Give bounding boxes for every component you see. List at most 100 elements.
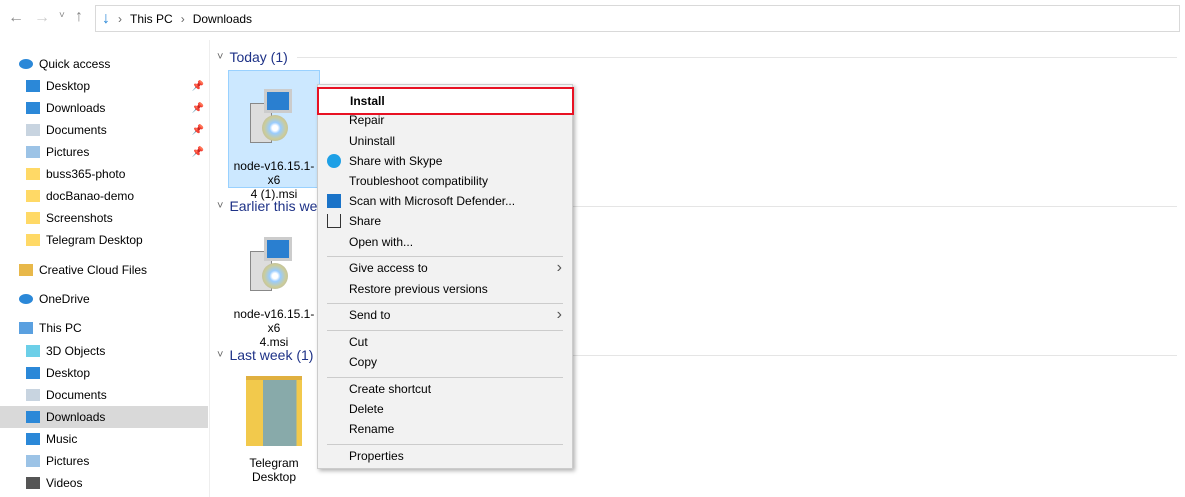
- file-item[interactable]: node-v16.15.1-x6 4.msi: [228, 219, 320, 349]
- sidebar-item[interactable]: Creative Cloud Files: [0, 259, 208, 281]
- file-name: Telegram: [249, 456, 299, 470]
- sidebar-item[interactable]: Screenshots: [0, 207, 208, 229]
- chevron-down-icon: ˅: [217, 51, 224, 63]
- menu-item-label: Cut: [349, 335, 368, 349]
- sidebar-item[interactable]: docBanao-demo: [0, 185, 208, 207]
- sidebar-item[interactable]: Quick access: [0, 53, 208, 75]
- folder-icon: [26, 190, 40, 202]
- videos-icon: [26, 477, 40, 489]
- download-icon: [26, 411, 40, 423]
- sidebar-item-label: Pictures: [46, 454, 90, 468]
- sidebar-item[interactable]: Music: [0, 428, 208, 450]
- menu-item-repair[interactable]: Repair: [318, 110, 572, 130]
- forward-button[interactable]: →: [34, 9, 50, 27]
- menu-item-label: Install: [350, 94, 385, 108]
- menu-item-give-access-to[interactable]: Give access to ›: [318, 258, 572, 278]
- sidebar-item-label: Screenshots: [46, 211, 113, 225]
- menu-item-troubleshoot-compatibility[interactable]: Troubleshoot compatibility: [318, 171, 572, 191]
- menu-separator: [327, 377, 563, 378]
- menu-item-label: Repair: [349, 113, 385, 127]
- menu-item-open-with[interactable]: Open with...: [318, 232, 572, 252]
- share-icon: [327, 214, 341, 228]
- group-title: Last week (1): [229, 347, 314, 363]
- sidebar-item[interactable]: Pictures 📌: [0, 141, 208, 163]
- sidebar-item[interactable]: OneDrive: [0, 288, 208, 310]
- pictures-icon: [26, 146, 40, 158]
- menu-item-restore-previous-versions[interactable]: Restore previous versions: [318, 279, 572, 299]
- breadcrumb-downloads[interactable]: Downloads: [193, 12, 252, 26]
- back-button[interactable]: ←: [8, 9, 24, 27]
- chevron-down-icon: ˅: [217, 349, 224, 361]
- menu-item-delete[interactable]: Delete: [318, 399, 572, 419]
- folder-icon: [26, 212, 40, 224]
- sidebar-item[interactable]: Videos: [0, 472, 208, 494]
- sidebar-item[interactable]: buss365-photo: [0, 163, 208, 185]
- sidebar-item[interactable]: Telegram Desktop: [0, 229, 208, 251]
- sidebar-item-label: Creative Cloud Files: [39, 263, 148, 277]
- menu-item-label: Delete: [349, 402, 384, 416]
- sidebar-item-label: 3D Objects: [46, 344, 106, 358]
- sidebar-item-label: Downloads: [46, 101, 106, 115]
- sidebar-item[interactable]: Documents: [0, 384, 208, 406]
- menu-item-label: Rename: [349, 422, 395, 436]
- pictures-icon: [26, 455, 40, 467]
- sidebar-item-label: Quick access: [39, 57, 111, 71]
- sidebar-item-label: This PC: [39, 321, 82, 335]
- menu-item-scan-with-microsoft-defender[interactable]: Scan with Microsoft Defender...: [318, 191, 572, 211]
- cloud-icon: [19, 294, 33, 304]
- folder-icon: [26, 234, 40, 246]
- menu-item-label: Open with...: [349, 235, 414, 249]
- breadcrumb-this-pc[interactable]: This PC: [130, 12, 173, 26]
- menu-item-rename[interactable]: Rename: [318, 419, 572, 439]
- menu-item-cut[interactable]: Cut: [318, 332, 572, 352]
- sidebar-item-label: Documents: [46, 123, 107, 137]
- menu-item-copy[interactable]: Copy: [318, 352, 572, 372]
- pin-icon[interactable]: 📌: [192, 81, 204, 92]
- sidebar-item[interactable]: Pictures: [0, 450, 208, 472]
- menu-separator: [327, 330, 563, 331]
- sidebar-item-label: Pictures: [46, 145, 90, 159]
- menu-item-send-to[interactable]: Send to ›: [318, 305, 572, 325]
- sidebar-item[interactable]: Desktop 📌: [0, 75, 208, 97]
- sidebar-item[interactable]: This PC: [0, 317, 208, 339]
- msi-installer-icon: [250, 237, 298, 297]
- sidebar-item-label: buss365-photo: [46, 167, 126, 181]
- menu-item-label: Send to: [349, 308, 391, 322]
- menu-item-label: Copy: [349, 355, 378, 369]
- menu-item-uninstall[interactable]: Uninstall: [318, 131, 572, 151]
- desktop-icon: [26, 367, 40, 379]
- file-name: node-v16.15.1-x6: [233, 159, 315, 187]
- menu-item-label: Give access to: [349, 261, 428, 275]
- chevron-down-icon: ˅: [217, 200, 224, 212]
- pin-icon[interactable]: 📌: [192, 147, 204, 158]
- sidebar-item[interactable]: Desktop: [0, 362, 208, 384]
- menu-item-share-with-skype[interactable]: Share with Skype: [318, 151, 572, 171]
- pin-icon[interactable]: 📌: [192, 125, 204, 136]
- file-name: node-v16.15.1-x6: [233, 307, 315, 335]
- group-header[interactable]: ˅ Today (1): [217, 48, 1177, 66]
- file-item[interactable]: node-v16.15.1-x6 4 (1).msi: [228, 70, 320, 201]
- defender-icon: [327, 194, 341, 208]
- up-button[interactable]: ↑: [75, 8, 83, 26]
- pin-icon[interactable]: 📌: [192, 103, 204, 114]
- download-icon: ↓: [102, 9, 110, 27]
- file-item[interactable]: Telegram Desktop: [228, 368, 320, 484]
- creative-cloud-icon: [19, 264, 33, 276]
- sidebar-item-label: Desktop: [46, 79, 91, 93]
- address-bar[interactable]: ↓ › This PC › Downloads: [95, 5, 1180, 32]
- menu-item-create-shortcut[interactable]: Create shortcut: [318, 379, 572, 399]
- menu-item-label: Share with Skype: [349, 154, 443, 168]
- recent-locations-button[interactable]: ˅: [59, 10, 65, 21]
- menu-item-properties[interactable]: Properties: [318, 446, 572, 466]
- sidebar-item[interactable]: 3D Objects: [0, 340, 208, 362]
- folder-icon: [246, 376, 302, 446]
- sidebar-item[interactable]: Documents 📌: [0, 119, 208, 141]
- documents-icon: [26, 124, 40, 136]
- menu-item-label: Troubleshoot compatibility: [349, 174, 488, 188]
- sidebar-item[interactable]: Downloads 📌: [0, 97, 208, 119]
- music-icon: [26, 433, 40, 445]
- computer-icon: [19, 322, 33, 334]
- sidebar-item[interactable]: Downloads: [0, 406, 208, 428]
- chevron-right-icon: ›: [556, 259, 562, 276]
- menu-item-share[interactable]: Share: [318, 211, 572, 231]
